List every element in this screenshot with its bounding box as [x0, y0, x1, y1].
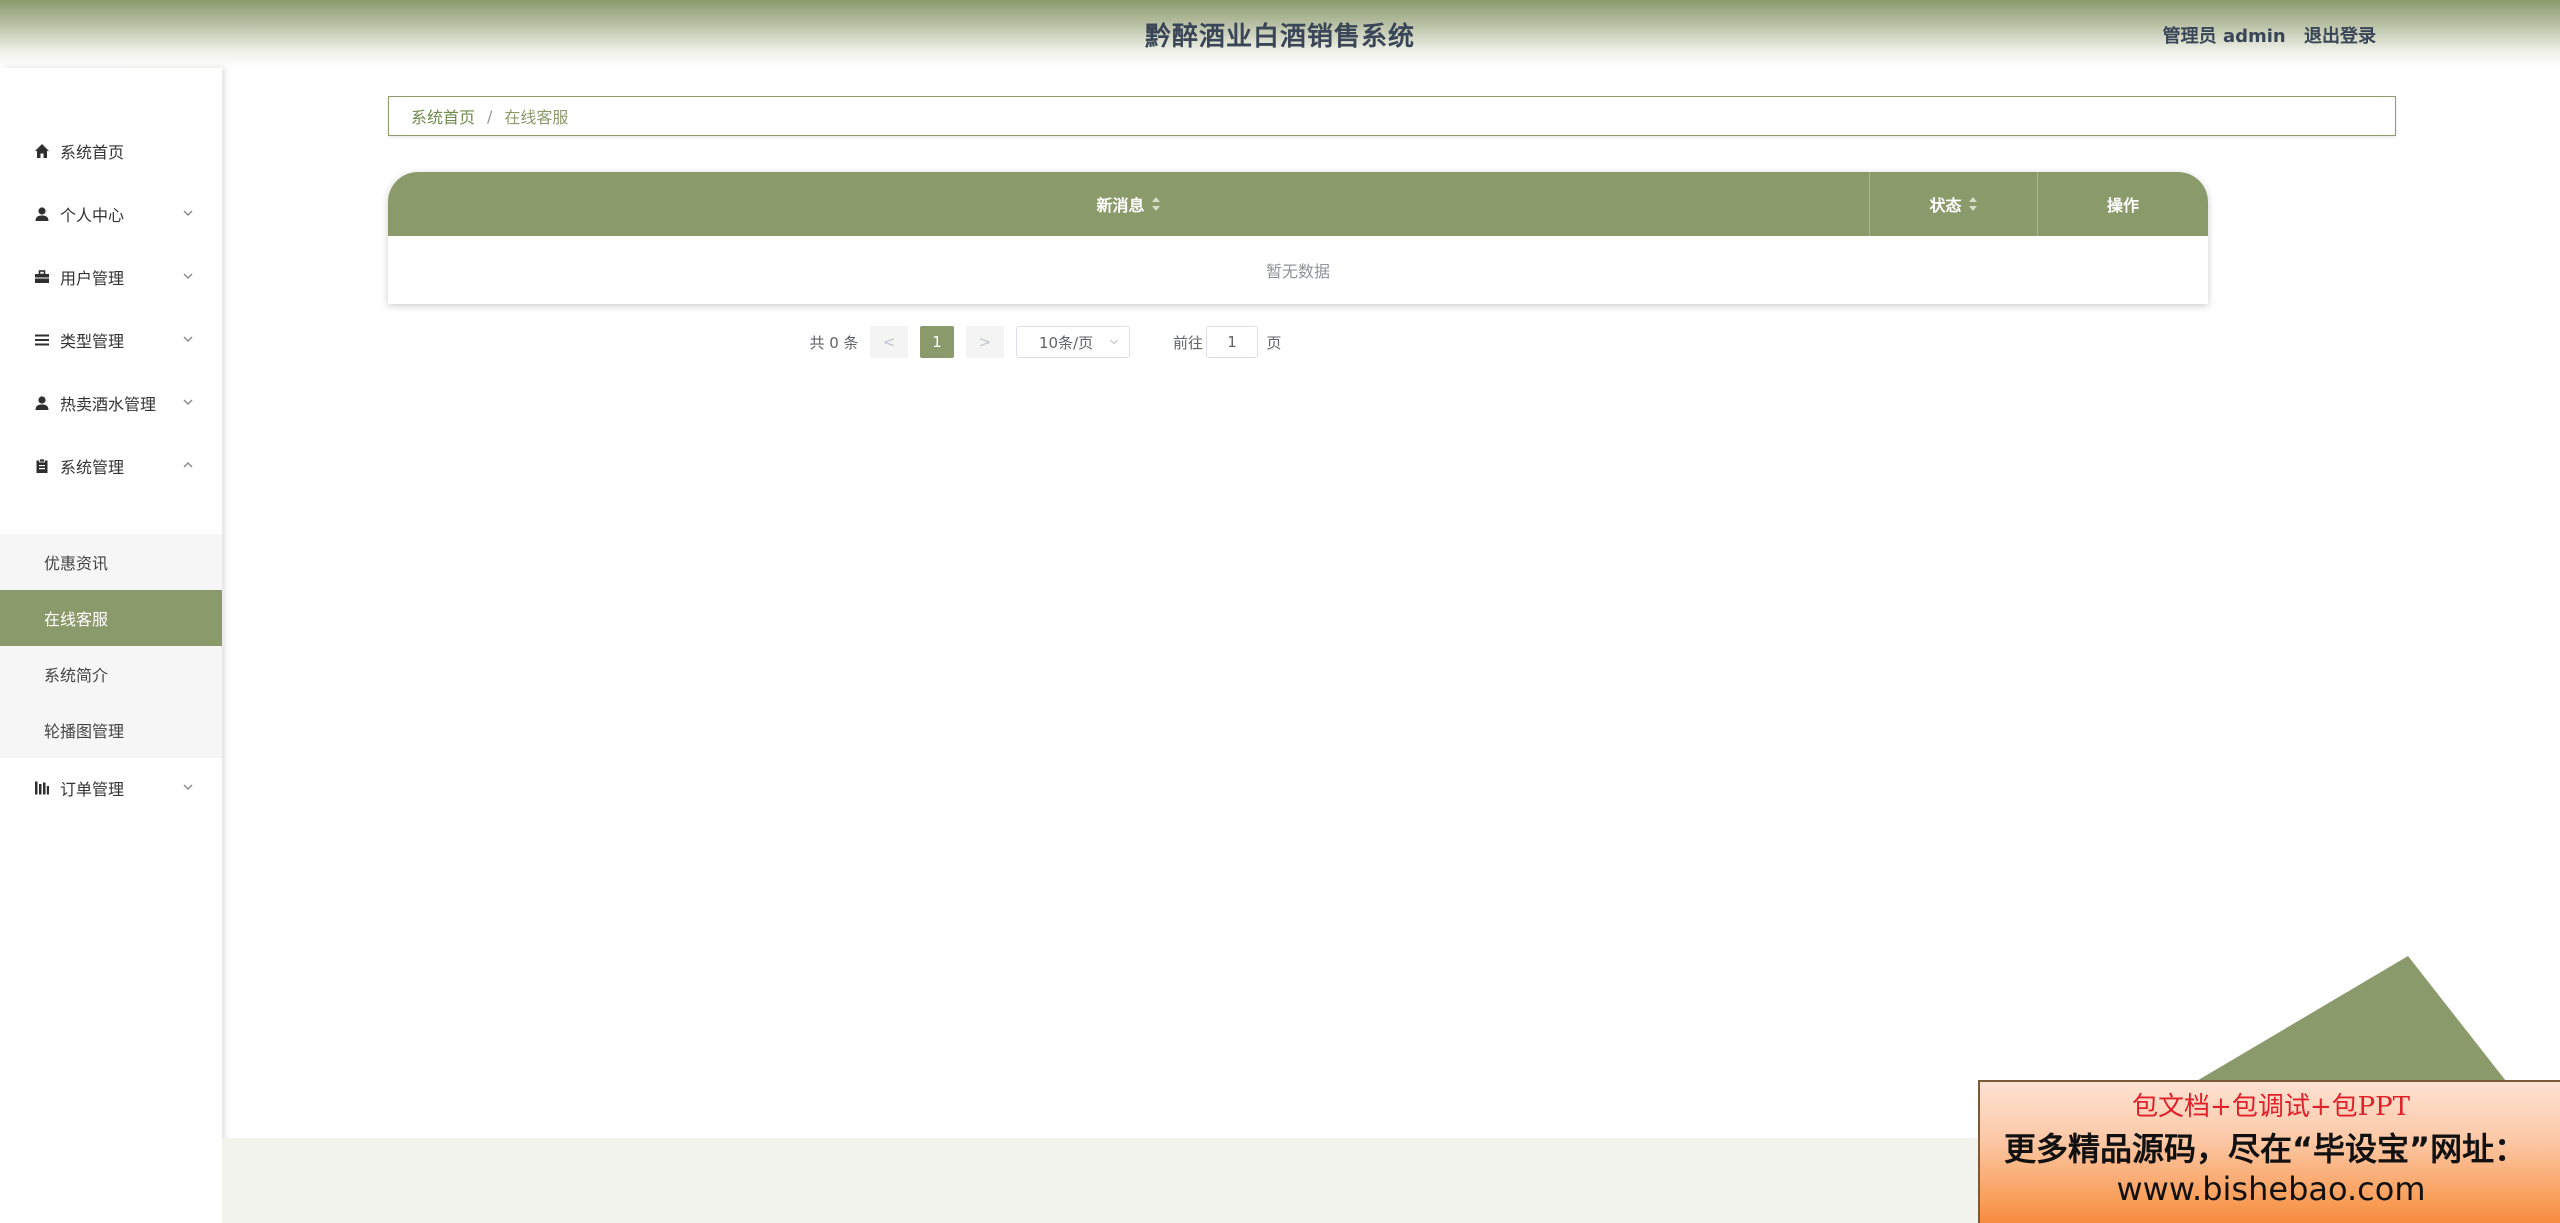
column-header-actions: 操作 — [2038, 172, 2208, 236]
sidebar-item-label: 订单管理 — [60, 780, 125, 799]
sidebar-item-system[interactable]: 系统管理 — [0, 435, 222, 497]
breadcrumb: 系统首页 / 在线客服 — [388, 96, 2396, 136]
admin-user-label: 管理员 admin — [2162, 26, 2286, 47]
chevron-down-icon — [183, 784, 193, 790]
sidebar-item-label: 类型管理 — [60, 332, 125, 351]
top-header: 黔醉酒业白酒销售系统 管理员 admin 退出登录 — [0, 0, 2560, 68]
sidebar-subitem-promotions[interactable]: 优惠资讯 — [0, 534, 222, 590]
promo-line-2: 更多精品源码，尽在“毕设宝”网址： — [2004, 1130, 2527, 1168]
sidebar-subitem-online-service[interactable]: 在线客服 — [0, 590, 222, 646]
sort-icon[interactable] — [1968, 197, 1978, 211]
column-header-label: 操作 — [2106, 196, 2139, 215]
chevron-down-icon — [183, 336, 193, 342]
bar-chart-icon — [34, 780, 50, 796]
user-icon — [34, 395, 50, 411]
logout-link[interactable]: 退出登录 — [2304, 26, 2376, 47]
promo-line-1: 包文档+包调试+包PPT — [2132, 1092, 2410, 1122]
sidebar-item-label: 系统首页 — [60, 143, 125, 162]
pagination-prev-button[interactable]: < — [870, 326, 908, 358]
breadcrumb-current: 在线客服 — [504, 108, 569, 127]
chevron-down-icon — [183, 273, 193, 279]
column-header-label: 状态 — [1929, 196, 1962, 215]
goto-label: 前往 — [1172, 333, 1203, 352]
page-size-value: 10条/页 — [1039, 333, 1094, 352]
column-header-new-message[interactable]: 新消息 — [388, 172, 1870, 236]
chevron-down-icon — [183, 210, 193, 216]
pagination-next-button[interactable]: > — [966, 326, 1004, 358]
user-icon — [34, 206, 50, 222]
sidebar-item-home[interactable]: 系统首页 — [0, 120, 222, 182]
sidebar-item-types[interactable]: 类型管理 — [0, 309, 222, 371]
home-icon — [34, 143, 50, 159]
goto-page-field[interactable] — [1208, 333, 1256, 351]
sidebar-item-label: 用户管理 — [60, 269, 125, 288]
pagination-total: 共 0 条 — [809, 333, 859, 352]
page-suffix-label: 页 — [1266, 333, 1282, 352]
sidebar: 系统首页 个人中心 用户管理 类型管理 热卖酒水管理 系统管理 优惠资讯 在线客… — [0, 68, 222, 1223]
breadcrumb-separator: / — [487, 106, 493, 126]
breadcrumb-home-link[interactable]: 系统首页 — [411, 104, 475, 128]
sidebar-item-orders[interactable]: 订单管理 — [0, 757, 222, 819]
briefcase-icon — [34, 269, 50, 285]
pagination-page-1[interactable]: 1 — [920, 326, 954, 358]
column-header-label: 新消息 — [1096, 196, 1145, 215]
sidebar-item-label: 个人中心 — [60, 206, 125, 225]
chevron-down-icon — [1110, 339, 1118, 345]
chevron-down-icon — [183, 399, 193, 405]
messages-table: 新消息 状态 操作 暂无数据 — [388, 172, 2208, 304]
column-header-status[interactable]: 状态 — [1870, 172, 2038, 236]
sidebar-item-label: 系统管理 — [60, 458, 125, 477]
header-user-area: 管理员 admin 退出登录 — [2151, 22, 2376, 48]
sidebar-item-users[interactable]: 用户管理 — [0, 246, 222, 308]
promo-url: www.bishebao.com — [2116, 1170, 2426, 1208]
clipboard-icon — [34, 458, 50, 474]
chevron-up-icon — [183, 462, 193, 468]
sidebar-subitem-system-intro[interactable]: 系统简介 — [0, 646, 222, 702]
table-header: 新消息 状态 操作 — [388, 172, 2208, 236]
sidebar-item-profile[interactable]: 个人中心 — [0, 183, 222, 245]
list-icon — [34, 332, 50, 348]
sidebar-item-label: 热卖酒水管理 — [60, 395, 157, 414]
goto-page-input[interactable] — [1206, 326, 1258, 358]
sidebar-item-hot-liquor[interactable]: 热卖酒水管理 — [0, 372, 222, 434]
promo-banner: 包文档+包调试+包PPT 更多精品源码，尽在“毕设宝”网址： www.bishe… — [1978, 1080, 2560, 1223]
sort-icon[interactable] — [1151, 197, 1161, 211]
sidebar-subitem-carousel[interactable]: 轮播图管理 — [0, 702, 222, 758]
page-size-select[interactable]: 10条/页 — [1016, 326, 1130, 358]
table-empty-text: 暂无数据 — [1265, 262, 1330, 281]
